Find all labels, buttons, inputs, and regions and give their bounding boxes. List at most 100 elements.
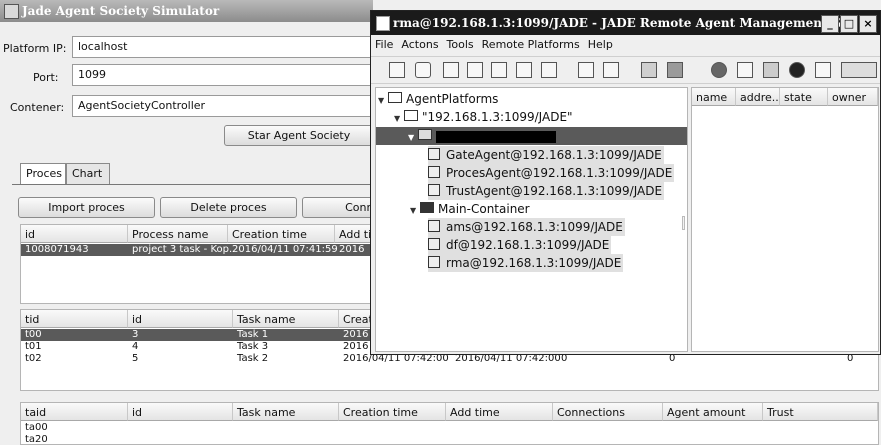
connect-button[interactable]: Conr xyxy=(302,197,374,218)
tree-node-platform[interactable]: ▼ "192.168.1.3:1099/JADE" xyxy=(394,108,573,126)
tab-divider xyxy=(12,184,372,185)
resume-icon[interactable] xyxy=(467,62,483,78)
column-header[interactable]: Agent amount xyxy=(663,403,763,421)
clone-icon[interactable] xyxy=(491,62,507,78)
split-pane-divider[interactable] xyxy=(682,216,685,230)
column-header[interactable]: owner xyxy=(828,88,878,106)
column-header[interactable]: Add ti xyxy=(335,225,375,243)
column-header[interactable]: id xyxy=(128,403,233,421)
bug-icon[interactable] xyxy=(763,62,779,78)
folder-icon xyxy=(388,92,402,103)
tree-node-agent[interactable]: rma@192.168.1.3:1099/JADE xyxy=(428,254,624,272)
close-button[interactable]: × xyxy=(859,15,877,33)
introspector-icon[interactable] xyxy=(667,62,683,78)
migrate-icon[interactable] xyxy=(516,62,532,78)
table-cell: Task 3 xyxy=(237,341,269,352)
platform-ip-label: Platform IP: xyxy=(3,42,67,55)
expand-arrow-icon[interactable]: ▼ xyxy=(378,92,388,110)
delete-proces-button[interactable]: Delete proces xyxy=(160,197,297,218)
expand-arrow-icon[interactable]: ▼ xyxy=(408,129,418,147)
column-header[interactable]: Add time xyxy=(446,403,553,421)
redacted-container-name xyxy=(436,130,556,143)
java-app-icon xyxy=(4,4,19,19)
column-header[interactable]: Connections xyxy=(553,403,663,421)
sniffer-icon[interactable] xyxy=(641,62,657,78)
platform-ip-field[interactable]: localhost xyxy=(72,36,372,58)
tree-node-container-selected[interactable]: ▼ xyxy=(376,127,687,145)
jade-window-icon xyxy=(376,16,390,31)
menu-actions[interactable]: Actons xyxy=(397,35,442,54)
tree-node-agent[interactable]: df@192.168.1.3:1099/JADE xyxy=(428,236,612,254)
table-row[interactable]: ta00 xyxy=(21,422,878,434)
column-header[interactable]: Trust xyxy=(763,403,878,421)
agent-icon xyxy=(428,238,440,250)
agent-icon xyxy=(428,256,440,268)
container-label: Contener: xyxy=(10,101,65,114)
load-icon[interactable] xyxy=(578,62,594,78)
dummy-message-icon[interactable] xyxy=(815,62,831,78)
start-agent-society-button[interactable]: Star Agent Society xyxy=(224,125,374,146)
reload-icon[interactable] xyxy=(603,62,619,78)
table-cell: 5 xyxy=(132,353,139,364)
column-header[interactable]: Process name xyxy=(128,225,228,243)
import-proces-button[interactable]: Import proces xyxy=(18,197,155,218)
rma-window-title: rma@192.168.1.3:1099/JADE - JADE Remote … xyxy=(393,16,859,30)
new-agent-icon[interactable] xyxy=(389,62,405,78)
column-header[interactable]: id xyxy=(128,310,233,328)
column-header[interactable]: Task name xyxy=(233,403,339,421)
rma-toolbar xyxy=(371,56,880,84)
column-header[interactable]: addre.. xyxy=(736,88,780,106)
tab-chart[interactable]: Chart xyxy=(66,163,110,184)
table-cell: Task 1 xyxy=(237,329,269,340)
message-icon[interactable] xyxy=(789,62,805,78)
container-field[interactable]: AgentSocietyController xyxy=(72,95,372,117)
main-window-titlebar[interactable]: Jade Agent Society Simulator xyxy=(0,0,373,22)
table-cell: Task 2 xyxy=(237,353,269,364)
table-cell: 2016/04/11 07:41:59 xyxy=(232,244,338,255)
expand-arrow-icon[interactable]: ▼ xyxy=(410,202,420,220)
log-icon[interactable] xyxy=(737,62,753,78)
menu-file[interactable]: File xyxy=(371,35,397,54)
tree-node-agent[interactable]: TrustAgent@192.168.1.3:1099/JADE xyxy=(428,182,665,200)
agent-table: taid id Task name Creation time Add time… xyxy=(20,402,879,445)
kill-agent-icon[interactable] xyxy=(415,62,431,78)
menu-remote-platforms[interactable]: Remote Platforms xyxy=(478,35,584,54)
save-icon[interactable] xyxy=(541,62,557,78)
table-row[interactable]: ta20 xyxy=(21,434,878,446)
table-row[interactable]: 1008071943 project 3 task - Kop... 2016/… xyxy=(21,244,371,256)
column-header[interactable]: Task name xyxy=(233,310,339,328)
agent-icon xyxy=(428,148,440,160)
maximize-button[interactable]: □ xyxy=(840,15,858,33)
suspend-icon[interactable] xyxy=(443,62,459,78)
table-cell: 3 xyxy=(132,329,139,340)
port-field[interactable]: 1099 xyxy=(72,64,372,86)
column-header[interactable]: tid xyxy=(21,310,128,328)
tree-node-agent[interactable]: ams@192.168.1.3:1099/JADE xyxy=(428,218,625,236)
column-header[interactable]: taid xyxy=(21,403,128,421)
table-cell: t01 xyxy=(25,341,42,352)
tree-node-agent-platforms[interactable]: ▼ AgentPlatforms xyxy=(378,90,498,108)
agent-icon xyxy=(428,220,440,232)
column-header[interactable]: name xyxy=(692,88,736,106)
column-header[interactable]: Creation time xyxy=(228,225,335,243)
rma-agent-table: name addre.. state owner xyxy=(691,87,879,352)
column-header[interactable]: state xyxy=(780,88,828,106)
column-header[interactable]: Creation time xyxy=(339,403,446,421)
menu-help[interactable]: Help xyxy=(584,35,617,54)
main-window-title: Jade Agent Society Simulator xyxy=(22,4,220,18)
tab-proces[interactable]: Proces xyxy=(20,163,66,184)
process-table: id Process name Creation time Add ti 100… xyxy=(20,224,375,304)
expand-arrow-icon[interactable]: ▼ xyxy=(394,110,404,128)
tree-node-agent[interactable]: GateAgent@192.168.1.3:1099/JADE xyxy=(428,146,664,164)
menu-tools[interactable]: Tools xyxy=(443,35,478,54)
table-cell: ta00 xyxy=(25,422,48,433)
rma-titlebar[interactable]: rma@192.168.1.3:1099/JADE - JADE Remote … xyxy=(371,11,880,35)
tree-node-main-container[interactable]: ▼ Main-Container xyxy=(410,200,530,218)
column-header[interactable]: id xyxy=(21,225,128,243)
port-label: Port: xyxy=(33,71,59,84)
tree-node-agent[interactable]: ProcesAgent@192.168.1.3:1099/JADE xyxy=(428,164,675,182)
dummy-agent-icon[interactable] xyxy=(711,62,727,78)
minimize-button[interactable]: _ xyxy=(821,15,839,33)
agent-tree: ▼ AgentPlatforms ▼ "192.168.1.3:1099/JADE"… xyxy=(375,87,688,352)
agent-icon xyxy=(428,166,440,178)
